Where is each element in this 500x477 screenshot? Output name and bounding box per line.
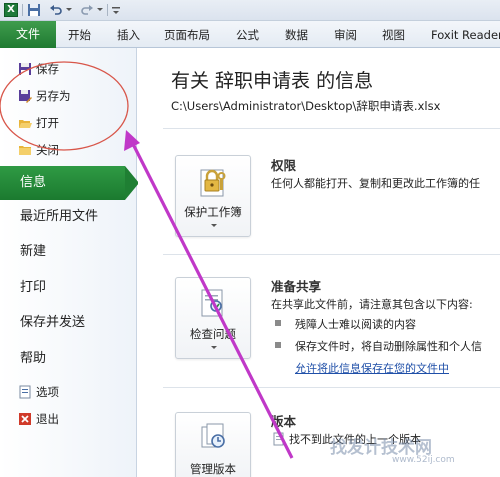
redo-dropdown-icon[interactable] (97, 8, 103, 11)
protect-workbook-button[interactable]: 保护工作簿 (175, 155, 251, 237)
permissions-description: 任何人都能打开、复制和更改此工作簿的任 (271, 177, 480, 190)
divider (163, 254, 500, 255)
sidebar-item-save-send[interactable]: 保存并发送 (20, 306, 85, 340)
tab-formulas[interactable]: 公式 (236, 25, 259, 46)
sidebar-item-help[interactable]: 帮助 (20, 342, 46, 376)
sidebar-item-label: 信息 (20, 175, 47, 190)
file-path: C:\Users\Administrator\Desktop\辞职申请表.xls… (171, 99, 441, 113)
sidebar-item-label: 另存为 (36, 89, 71, 103)
undo-dropdown-icon[interactable] (66, 8, 72, 11)
sidebar-item-new[interactable]: 新建 (20, 235, 46, 269)
save-icon (18, 61, 32, 75)
open-folder-icon (18, 115, 32, 129)
tab-data[interactable]: 数据 (285, 25, 308, 46)
divider (163, 128, 500, 129)
sidebar-item-label: 打开 (36, 116, 59, 130)
tab-page-layout[interactable]: 页面布局 (164, 25, 210, 46)
manage-versions-button[interactable]: 管理版本 (175, 412, 251, 477)
bullet-icon (275, 342, 281, 348)
toolbar-separator (107, 4, 108, 16)
allow-save-info-link[interactable]: 允许将此信息保存在您的文件中 (295, 360, 449, 376)
lock-key-icon (198, 164, 230, 198)
tab-foxit-reader[interactable]: Foxit Reader (431, 25, 500, 46)
save-icon[interactable] (27, 3, 41, 17)
sidebar-item-save[interactable]: 保存 (18, 58, 59, 80)
sidebar-item-close[interactable]: 关闭 (18, 139, 59, 161)
sidebar-item-label: 保存 (36, 62, 59, 76)
sidebar-item-print[interactable]: 打印 (20, 271, 46, 305)
prepare-share-title: 准备共享 (271, 279, 322, 294)
sidebar-item-label: 选项 (36, 385, 59, 399)
sidebar-item-save-as[interactable]: 另存为 (18, 85, 71, 107)
tab-home[interactable]: 开始 (68, 25, 91, 46)
ribbon-tabs: 文件 开始 插入 页面布局 公式 数据 审阅 视图 Foxit Reader (0, 21, 500, 48)
inspect-document-icon (198, 286, 230, 320)
permissions-title: 权限 (271, 158, 297, 173)
redo-icon[interactable] (80, 3, 94, 17)
sidebar-item-info[interactable]: 信息 (0, 166, 139, 200)
protect-workbook-label: 保护工作簿 (184, 205, 242, 219)
tab-insert[interactable]: 插入 (117, 25, 140, 46)
chevron-down-icon (211, 346, 217, 349)
close-folder-icon (18, 142, 32, 156)
check-issues-label: 检查问题 (190, 327, 236, 341)
sidebar-item-label: 退出 (36, 412, 59, 426)
tab-review[interactable]: 审阅 (334, 25, 357, 46)
sidebar-item-recent[interactable]: 最近所用文件 (20, 200, 98, 234)
document-icon (271, 431, 285, 446)
bullet-icon (275, 320, 281, 326)
excel-icon[interactable]: X (4, 3, 18, 17)
list-item: 残障人士难以阅读的内容 (295, 318, 416, 331)
sidebar-item-options[interactable]: 选项 (18, 381, 59, 403)
prepare-share-description: 在共享此文件前，请注意其包含以下内容: (271, 298, 473, 311)
page-title: 有关 辞职申请表 的信息 (171, 70, 374, 92)
exit-icon (18, 411, 32, 425)
sidebar-item-open[interactable]: 打开 (18, 112, 59, 134)
chevron-down-icon (211, 224, 217, 227)
divider (163, 387, 500, 388)
watermark-url: www.52ij.com (392, 455, 455, 465)
customize-toolbar-icon[interactable] (111, 3, 125, 17)
toolbar-separator (22, 4, 23, 16)
quick-access-toolbar: X (0, 0, 500, 21)
watermark: 找发计技术网 www.52ij.com (300, 433, 496, 471)
save-as-icon (18, 88, 32, 103)
check-issues-button[interactable]: 检查问题 (175, 277, 251, 359)
undo-icon[interactable] (49, 3, 63, 17)
tab-file[interactable]: 文件 (0, 21, 56, 48)
manage-versions-label: 管理版本 (190, 462, 236, 476)
manage-versions-icon (198, 421, 230, 455)
list-item: 保存文件时，将自动删除属性和个人信 (295, 340, 482, 353)
sidebar-item-exit[interactable]: 退出 (18, 408, 59, 430)
tab-view[interactable]: 视图 (382, 25, 405, 46)
sidebar-item-label: 关闭 (36, 143, 59, 157)
options-icon (18, 384, 32, 399)
